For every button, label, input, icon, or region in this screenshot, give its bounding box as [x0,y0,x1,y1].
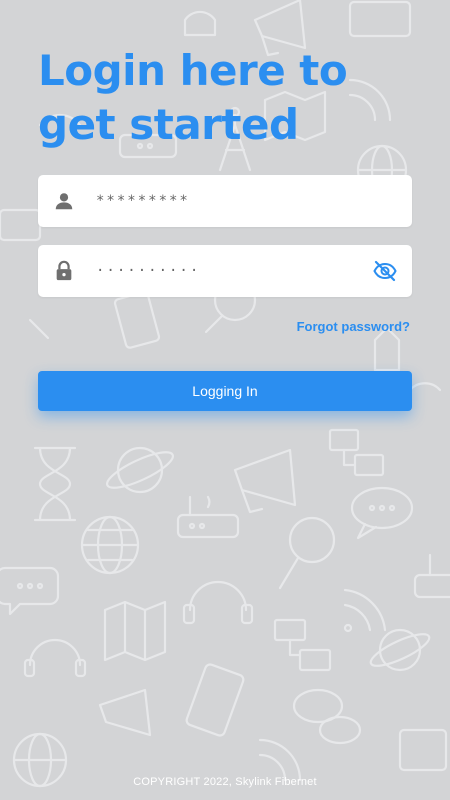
megaphone-icon [98,688,152,737]
chat-bubble-icon [0,566,60,616]
copyright-footer: COPYRIGHT 2022, Skylink Fibernet [133,776,317,788]
page-title: Login here to get started [38,46,348,149]
eye-off-icon[interactable] [372,258,398,284]
planet-icon [369,628,431,672]
username-input[interactable] [96,175,412,227]
router-icon [176,495,240,539]
headset-icon [23,638,87,678]
forgot-password-link[interactable]: Forgot password? [297,319,410,334]
person-icon [52,189,76,213]
map-icon [103,600,167,662]
magnifier-icon [278,516,336,590]
username-field[interactable] [38,175,412,227]
phone-icon [185,663,245,737]
wifi-icon [343,588,387,633]
headset-icon [182,580,254,625]
router-icon [413,553,450,599]
monitor-icon [0,208,42,242]
monitor-icon [348,0,412,38]
network-icon [273,618,332,672]
lock-icon [52,259,76,283]
password-field[interactable] [38,245,412,297]
login-button[interactable]: Logging In [38,371,412,411]
chat-bubble-icon [292,688,362,745]
planet-icon [106,446,174,494]
chat-bubble-icon [350,486,414,540]
megaphone-icon [233,448,297,514]
hourglass-icon [33,446,77,522]
wifi-icon [258,738,302,782]
network-icon [328,428,385,477]
globe-icon [80,515,140,575]
phone-icon [113,291,161,349]
monitor-icon [398,728,448,772]
password-input[interactable] [96,245,372,297]
